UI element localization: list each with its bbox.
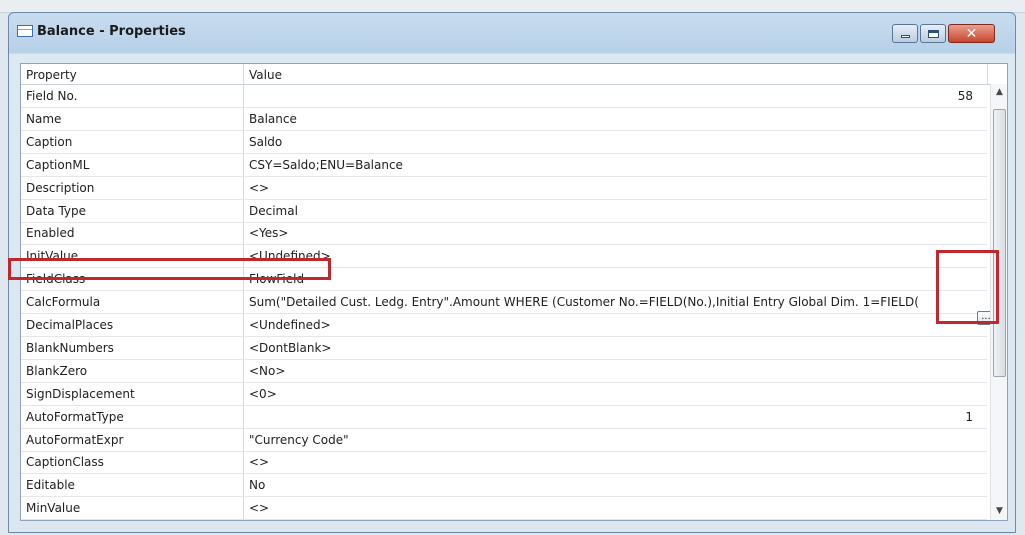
table-row[interactable]: Field No. 58: [21, 85, 987, 108]
table-row[interactable]: BlankZero <No>: [21, 360, 987, 383]
property-value[interactable]: Saldo: [249, 135, 282, 149]
property-name: Editable: [26, 478, 75, 493]
table-row[interactable]: AutoFormatType 1: [21, 406, 987, 429]
table-row[interactable]: Enabled <Yes>: [21, 222, 987, 246]
fieldclass-highlight-box: [8, 258, 331, 280]
maximize-button[interactable]: [920, 24, 946, 43]
property-value[interactable]: <Undefined>: [249, 318, 331, 332]
property-name: CaptionClass: [26, 455, 104, 470]
property-value[interactable]: 58: [958, 89, 973, 103]
property-value[interactable]: Decimal: [249, 204, 298, 218]
close-icon: ✕: [965, 25, 978, 42]
table-row[interactable]: DecimalPlaces <Undefined>: [21, 314, 987, 337]
property-value[interactable]: <DontBlank>: [249, 341, 331, 355]
property-value[interactable]: 1: [965, 410, 973, 424]
table-row[interactable]: Caption Saldo: [21, 131, 987, 154]
property-value[interactable]: "Currency Code": [249, 433, 349, 447]
property-name: Caption: [26, 134, 73, 149]
column-header-property[interactable]: Property: [26, 68, 77, 82]
table-row[interactable]: Data Type Decimal: [21, 200, 987, 223]
assist-button-highlight-box: [936, 250, 999, 324]
table-row[interactable]: SignDisplacement <0>: [21, 383, 987, 406]
table-row[interactable]: MinValue <>: [21, 497, 987, 520]
property-value[interactable]: <Yes>: [249, 226, 288, 240]
property-value[interactable]: CSY=Saldo;ENU=Balance: [249, 158, 403, 172]
table-row[interactable]: CalcFormula Sum("Detailed Cust. Ledg. Ent…: [21, 291, 987, 315]
property-name: Data Type: [26, 203, 87, 218]
property-value[interactable]: <>: [249, 181, 269, 195]
property-name: Enabled: [26, 226, 75, 241]
table-row[interactable]: AutoFormatExpr "Currency Code": [21, 429, 987, 452]
table-row[interactable]: CaptionClass <>: [21, 451, 987, 475]
property-value[interactable]: <0>: [249, 387, 277, 401]
property-name: Name: [26, 111, 62, 126]
property-value[interactable]: Balance: [249, 112, 297, 126]
window-title: Balance - Properties: [37, 24, 186, 39]
property-value[interactable]: Sum("Detailed Cust. Ledg. Entry".Amount …: [249, 295, 919, 309]
table-row[interactable]: Description <>: [21, 177, 987, 200]
minimize-button[interactable]: [892, 24, 918, 43]
maximize-icon: [927, 29, 939, 38]
title-bar[interactable]: Balance - Properties ✕: [9, 13, 1015, 53]
property-name: CalcFormula: [26, 295, 101, 310]
table-row[interactable]: Editable No: [21, 474, 987, 498]
property-name: BlankNumbers: [26, 340, 114, 355]
minimize-icon: [900, 35, 910, 38]
property-name: AutoFormatType: [26, 409, 124, 424]
column-divider-end: [987, 64, 988, 84]
property-name: SignDisplacement: [26, 386, 135, 401]
property-value[interactable]: <>: [249, 455, 269, 469]
property-name: CaptionML: [26, 157, 90, 172]
property-name: DecimalPlaces: [26, 318, 114, 332]
properties-grid: Property Value Field No. 58 Name Balance Cap…: [20, 63, 1008, 521]
table-icon: [17, 25, 33, 37]
property-value[interactable]: <No>: [249, 364, 285, 378]
scroll-down-icon[interactable]: ▼: [991, 503, 1007, 520]
property-name: Description: [26, 180, 95, 195]
property-name: MinValue: [26, 501, 81, 516]
column-header-value[interactable]: Value: [249, 68, 282, 82]
table-row[interactable]: BlankNumbers <DontBlank>: [21, 337, 987, 360]
property-name: AutoFormatExpr: [26, 432, 124, 447]
property-name: BlankZero: [26, 363, 88, 378]
property-name: Field No.: [26, 89, 78, 103]
table-row[interactable]: Name Balance: [21, 108, 987, 131]
property-value[interactable]: No: [249, 478, 265, 492]
scroll-up-icon[interactable]: ▲: [991, 84, 1007, 101]
property-value[interactable]: <>: [249, 501, 269, 515]
close-button[interactable]: ✕: [948, 24, 995, 43]
grid-header: Property Value: [21, 64, 1007, 85]
table-row[interactable]: CaptionML CSY=Saldo;ENU=Balance: [21, 154, 987, 177]
scrollbar-thumb[interactable]: [993, 109, 1006, 377]
